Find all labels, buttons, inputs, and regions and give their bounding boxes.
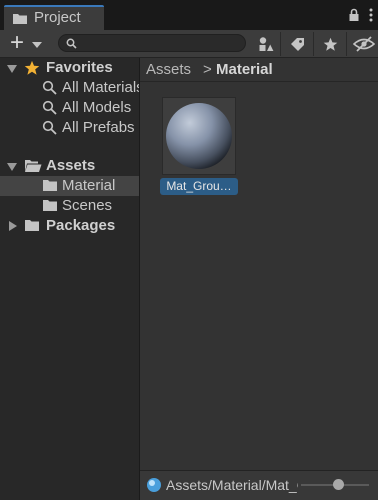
tree-item-scenes[interactable]: Scenes — [0, 196, 139, 216]
tree-item-assets[interactable]: Assets — [0, 156, 139, 176]
folder-tree: Favorites All Materials All Models All P… — [0, 58, 140, 500]
zoom-slider-handle[interactable] — [332, 479, 344, 490]
status-footer: Assets/Material/Mat_Ground.mat — [140, 470, 378, 500]
tree-item-label: Assets — [46, 157, 96, 174]
asset-thumbnail[interactable] — [162, 97, 236, 175]
toolbar-divider — [313, 32, 314, 56]
tab-title: Project — [34, 9, 81, 26]
lock-icon[interactable] — [348, 8, 360, 22]
asset-name[interactable]: Mat_Grou… — [160, 178, 238, 195]
tree-item-label: All Materials — [62, 79, 139, 96]
project-toolbar: + — [0, 30, 378, 58]
favorites-star-icon — [24, 60, 40, 75]
search-field[interactable] — [58, 34, 246, 52]
material-icon — [147, 478, 161, 492]
tree-item-label: All Prefabs — [62, 119, 135, 136]
more-options-icon[interactable] — [368, 8, 374, 22]
tree-item-material[interactable]: Material — [0, 176, 139, 196]
breadcrumb-assets[interactable]: Assets — [146, 61, 191, 78]
folder-icon — [43, 180, 57, 191]
asset-browser: Assets > Material Mat_Grou… — [140, 58, 378, 470]
breadcrumb-separator: > — [203, 61, 212, 78]
tree-item-label: Packages — [46, 217, 116, 234]
material-sphere-icon — [166, 103, 232, 169]
tree-item-all-models[interactable]: All Models — [0, 98, 139, 118]
tab-tools — [348, 8, 374, 22]
tree-item-label: Scenes — [62, 197, 113, 214]
selected-asset-path: Assets/Material/Mat_Ground.mat — [166, 477, 298, 493]
folder-icon — [25, 220, 39, 231]
tree-item-label: Favorites — [46, 59, 113, 76]
breadcrumb: Assets > Material — [140, 58, 378, 82]
expand-arrow-icon[interactable] — [9, 221, 17, 231]
favorite-star-icon — [323, 37, 337, 51]
collapse-arrow-icon[interactable] — [7, 163, 17, 171]
folder-icon — [13, 14, 27, 24]
filter-by-label-button[interactable] — [283, 32, 311, 56]
favorite-button[interactable] — [316, 32, 344, 56]
tree-item-favorites[interactable]: Favorites — [0, 58, 139, 78]
collapse-arrow-icon[interactable] — [7, 65, 17, 73]
filter-by-label-icon — [290, 37, 304, 51]
search-input[interactable] — [81, 35, 239, 51]
create-asset-button[interactable]: + — [3, 29, 47, 56]
hidden-packages-icon — [353, 36, 375, 52]
search-icon — [42, 120, 57, 135]
filter-by-type-button[interactable] — [252, 32, 280, 56]
tree-item-label: All Models — [62, 99, 132, 116]
open-folder-icon — [25, 160, 42, 172]
folder-icon — [43, 200, 57, 211]
asset-tile[interactable]: Mat_Grou… — [160, 97, 238, 197]
toolbar-divider — [280, 32, 281, 56]
hidden-packages-button[interactable] — [350, 32, 378, 56]
tree-item-all-materials[interactable]: All Materials — [0, 78, 139, 98]
tab-strip: Project — [0, 0, 378, 30]
tree-item-all-prefabs[interactable]: All Prefabs — [0, 118, 139, 138]
tree-item-label: Material — [62, 177, 116, 194]
tab-project[interactable]: Project — [4, 5, 104, 30]
search-icon — [42, 100, 57, 115]
search-icon — [66, 38, 77, 49]
chevron-down-icon — [32, 42, 42, 48]
search-icon — [42, 80, 57, 95]
project-window: Project + Favorites All Materials All Mo… — [0, 0, 378, 500]
tree-item-packages[interactable]: Packages — [0, 216, 139, 236]
toolbar-divider — [346, 32, 347, 56]
breadcrumb-material[interactable]: Material — [216, 61, 273, 78]
plus-icon: + — [10, 29, 25, 56]
filter-by-type-icon — [259, 37, 274, 51]
